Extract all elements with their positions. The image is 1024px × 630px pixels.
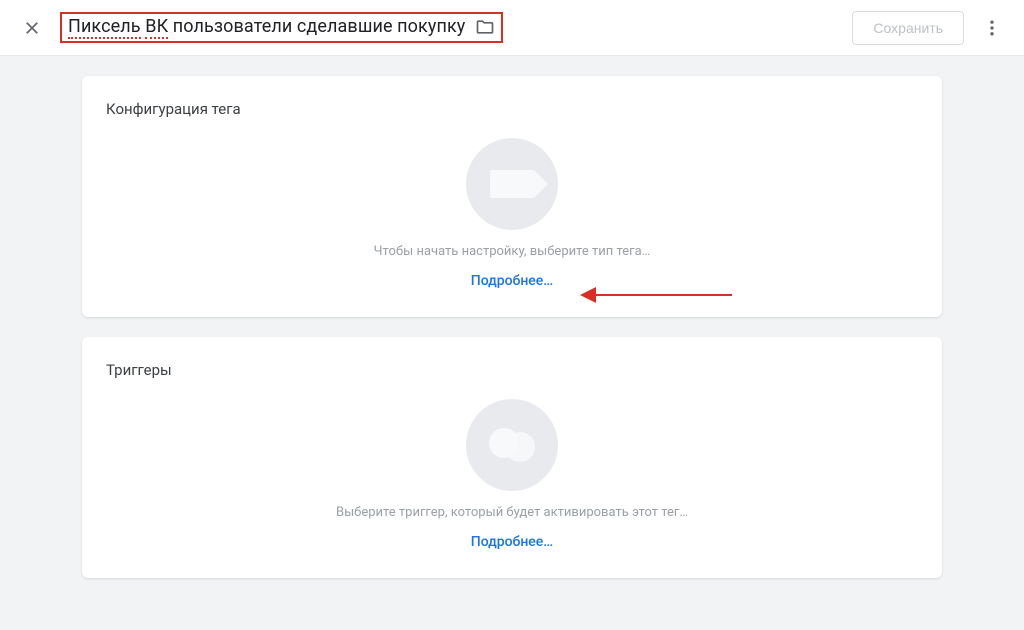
trigger-icon: [489, 422, 535, 468]
tag-type-icon-circle: [466, 138, 558, 230]
tag-icon: [490, 170, 534, 198]
tag-config-hint: Чтобы начать настройку, выберите тип тег…: [374, 244, 651, 259]
trigger-icon-circle: [466, 399, 558, 491]
save-button[interactable]: Сохранить: [852, 11, 964, 45]
title-word-2: ВК: [145, 16, 168, 39]
triggers-card[interactable]: Триггеры Выберите триггер, который будет…: [82, 337, 942, 578]
content-area: Конфигурация тега Чтобы начать настройку…: [0, 56, 1024, 618]
triggers-learn-more-link[interactable]: Подробнее…: [471, 534, 553, 550]
close-icon: [22, 18, 42, 38]
title-rest: пользователи сделавшие покупку: [168, 16, 465, 37]
triggers-placeholder: Выберите триггер, который будет активиро…: [106, 399, 918, 550]
folder-icon[interactable]: [475, 17, 495, 37]
header-bar: Пиксель ВК пользователи сделавшие покупк…: [0, 0, 1024, 56]
more-menu-button[interactable]: [972, 8, 1012, 48]
tag-config-learn-more-link[interactable]: Подробнее…: [471, 273, 553, 289]
triggers-hint: Выберите триггер, который будет активиро…: [336, 505, 688, 520]
tag-name-input[interactable]: Пиксель ВК пользователи сделавшие покупк…: [68, 16, 465, 37]
kebab-icon: [982, 18, 1002, 38]
tag-config-title: Конфигурация тега: [106, 100, 918, 118]
tag-config-placeholder: Чтобы начать настройку, выберите тип тег…: [106, 138, 918, 289]
close-button[interactable]: [12, 8, 52, 48]
tag-configuration-card[interactable]: Конфигурация тега Чтобы начать настройку…: [82, 76, 942, 317]
title-highlight-box: Пиксель ВК пользователи сделавшие покупк…: [60, 12, 503, 43]
triggers-title: Триггеры: [106, 361, 918, 379]
title-word-1: Пиксель: [68, 16, 141, 39]
